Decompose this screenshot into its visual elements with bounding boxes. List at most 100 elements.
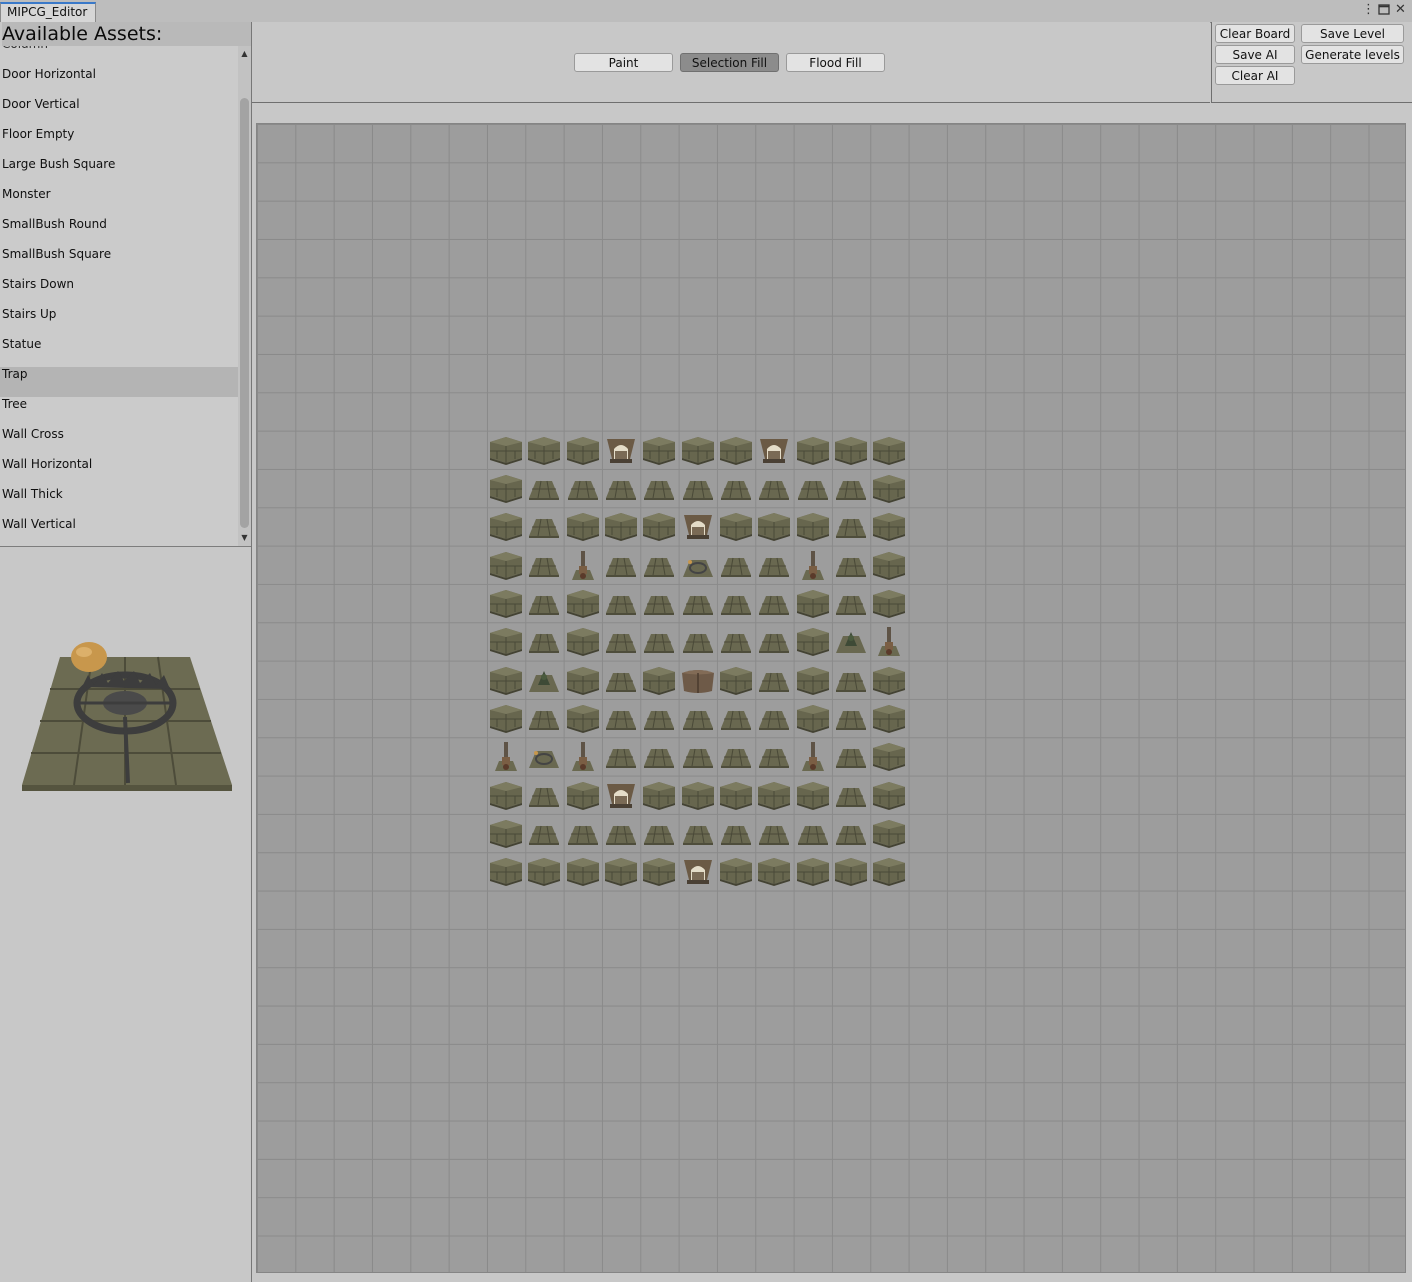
- wall-tile[interactable]: [564, 852, 602, 890]
- floor-tile[interactable]: [755, 584, 793, 622]
- floor-tile[interactable]: [602, 622, 640, 660]
- wall-tile[interactable]: [870, 814, 908, 852]
- wall-tile[interactable]: [640, 852, 678, 890]
- floor-tile[interactable]: [564, 469, 602, 507]
- wall-tile[interactable]: [870, 469, 908, 507]
- wall-tile[interactable]: [564, 661, 602, 699]
- floor-tile[interactable]: [525, 776, 563, 814]
- torch-tile[interactable]: [564, 737, 602, 775]
- floor-tile[interactable]: [794, 814, 832, 852]
- asset-item-smallbush-square[interactable]: SmallBush Square: [0, 247, 238, 277]
- asset-item-wall-horizontal[interactable]: Wall Horizontal: [0, 457, 238, 487]
- floor-tile[interactable]: [717, 622, 755, 660]
- wall-tile[interactable]: [602, 507, 640, 545]
- wall-tile[interactable]: [564, 699, 602, 737]
- floor-tile[interactable]: [755, 814, 793, 852]
- floor-tile[interactable]: [640, 546, 678, 584]
- wall-tile[interactable]: [487, 661, 525, 699]
- wall-tile[interactable]: [640, 507, 678, 545]
- wall-tile[interactable]: [717, 507, 755, 545]
- wall-tile[interactable]: [794, 431, 832, 469]
- maximize-icon[interactable]: [1378, 3, 1390, 19]
- wall-tile[interactable]: [640, 431, 678, 469]
- floor-tile[interactable]: [717, 546, 755, 584]
- wall-tile[interactable]: [832, 852, 870, 890]
- wall-tile[interactable]: [487, 852, 525, 890]
- wall-tile[interactable]: [487, 699, 525, 737]
- floor-tile[interactable]: [602, 546, 640, 584]
- wall-tile[interactable]: [870, 776, 908, 814]
- wall-tile[interactable]: [717, 431, 755, 469]
- floor-tile[interactable]: [717, 584, 755, 622]
- asset-item-tree[interactable]: Tree: [0, 397, 238, 427]
- torch-tile[interactable]: [564, 546, 602, 584]
- floor-tile[interactable]: [525, 622, 563, 660]
- save-ai-button[interactable]: Save AI: [1215, 45, 1295, 64]
- wall-tile[interactable]: [487, 584, 525, 622]
- wall-tile[interactable]: [755, 507, 793, 545]
- asset-item-wall-vertical[interactable]: Wall Vertical: [0, 517, 238, 546]
- floor-tile[interactable]: [525, 814, 563, 852]
- asset-item-door-vertical[interactable]: Door Vertical: [0, 97, 238, 127]
- asset-item-large-bush-square[interactable]: Large Bush Square: [0, 157, 238, 187]
- wall-tile[interactable]: [870, 699, 908, 737]
- generate-levels-button[interactable]: Generate levels: [1301, 45, 1404, 64]
- floor-tile[interactable]: [525, 699, 563, 737]
- floor-tile[interactable]: [832, 661, 870, 699]
- floor-tile[interactable]: [755, 699, 793, 737]
- editor-tab[interactable]: MIPCG_Editor: [0, 2, 96, 22]
- asset-item-statue[interactable]: Statue: [0, 337, 238, 367]
- floor-tile[interactable]: [755, 622, 793, 660]
- scroll-thumb[interactable]: [240, 98, 249, 528]
- asset-item-monster[interactable]: Monster: [0, 187, 238, 217]
- wall-tile[interactable]: [870, 661, 908, 699]
- asset-list[interactable]: Column Door HorizontalDoor VerticalFloor…: [0, 46, 251, 547]
- wall-tile[interactable]: [487, 507, 525, 545]
- wall-tile[interactable]: [487, 469, 525, 507]
- bush-tile[interactable]: [525, 661, 563, 699]
- floor-tile[interactable]: [755, 546, 793, 584]
- scroll-down-icon[interactable]: ▼: [238, 532, 251, 544]
- floor-tile[interactable]: [640, 814, 678, 852]
- floor-tile[interactable]: [525, 584, 563, 622]
- floor-tile[interactable]: [832, 699, 870, 737]
- floor-tile[interactable]: [564, 814, 602, 852]
- floor-tile[interactable]: [640, 469, 678, 507]
- wall-tile[interactable]: [564, 507, 602, 545]
- floor-tile[interactable]: [525, 546, 563, 584]
- asset-item-smallbush-round[interactable]: SmallBush Round: [0, 217, 238, 247]
- torch-tile[interactable]: [487, 737, 525, 775]
- scroll-up-icon[interactable]: ▲: [238, 48, 251, 60]
- wall-tile[interactable]: [564, 622, 602, 660]
- wall-tile[interactable]: [794, 699, 832, 737]
- asset-item-partial[interactable]: Column: [0, 46, 238, 67]
- floor-tile[interactable]: [602, 699, 640, 737]
- floor-tile[interactable]: [832, 469, 870, 507]
- door-tile[interactable]: [679, 507, 717, 545]
- wall-tile[interactable]: [870, 431, 908, 469]
- wall-tile[interactable]: [679, 776, 717, 814]
- wall-tile[interactable]: [870, 584, 908, 622]
- wall-tile[interactable]: [794, 507, 832, 545]
- wall-tile[interactable]: [640, 776, 678, 814]
- floor-tile[interactable]: [640, 584, 678, 622]
- floor-tile[interactable]: [755, 737, 793, 775]
- wall-tile[interactable]: [564, 584, 602, 622]
- wall-tile[interactable]: [870, 737, 908, 775]
- wall-tile[interactable]: [794, 852, 832, 890]
- floor-tile[interactable]: [832, 584, 870, 622]
- floor-tile[interactable]: [755, 661, 793, 699]
- floor-tile[interactable]: [832, 737, 870, 775]
- wall-tile[interactable]: [564, 431, 602, 469]
- wall-tile[interactable]: [525, 852, 563, 890]
- wall-tile[interactable]: [794, 661, 832, 699]
- flood-fill-mode-button[interactable]: Flood Fill: [786, 53, 885, 72]
- spike-trap-tile[interactable]: [525, 737, 563, 775]
- torch-tile[interactable]: [794, 546, 832, 584]
- wall-tile[interactable]: [870, 507, 908, 545]
- door-tile[interactable]: [602, 431, 640, 469]
- wall-tile[interactable]: [832, 431, 870, 469]
- door-tile[interactable]: [602, 776, 640, 814]
- level-grid[interactable]: [256, 123, 1406, 1273]
- floor-tile[interactable]: [679, 814, 717, 852]
